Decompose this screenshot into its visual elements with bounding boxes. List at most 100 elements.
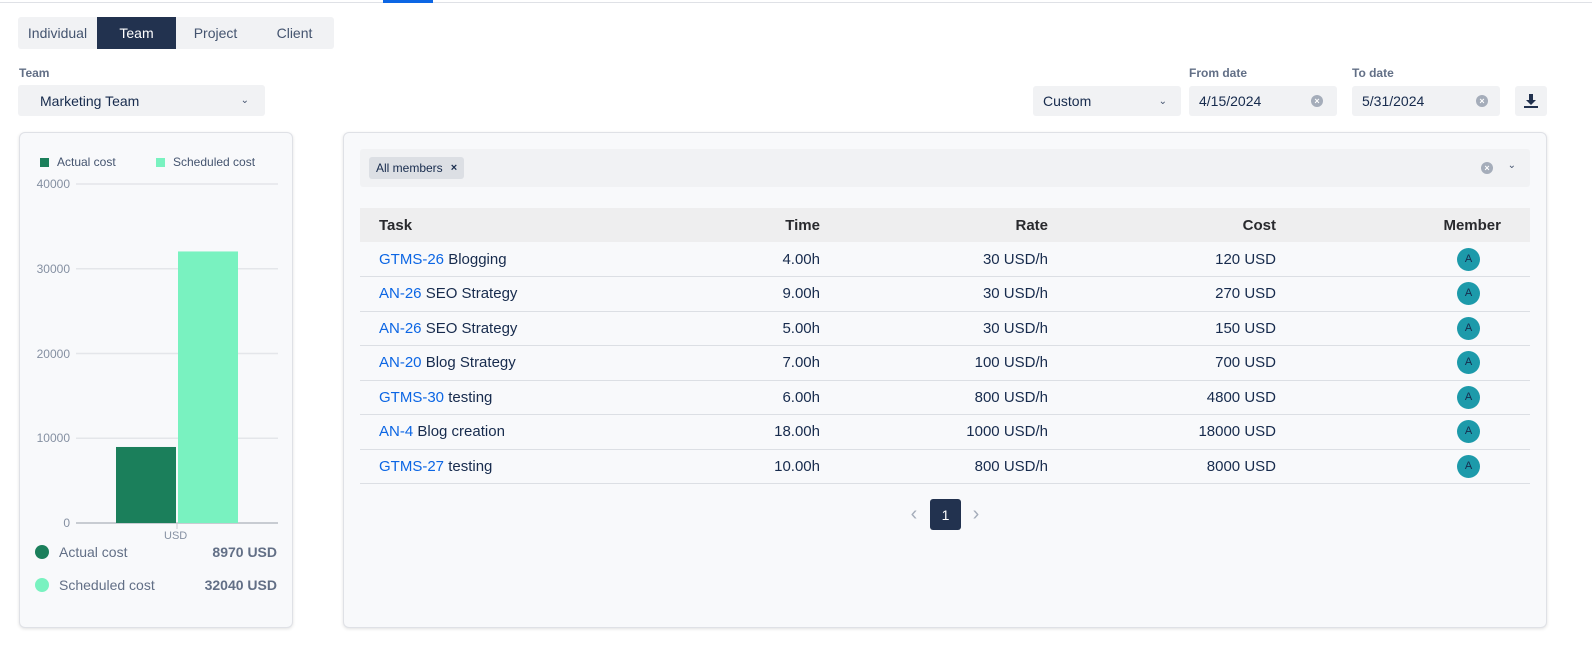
table-header: Task Time Rate Cost Member (360, 208, 1530, 242)
summary-value: 8970 USD (212, 544, 277, 560)
task-cell: GTMS-27 testing (360, 449, 620, 484)
task-name: Blog Strategy (425, 354, 516, 372)
from-date-input[interactable]: 4/15/2024 × (1189, 86, 1337, 116)
rate-cell: 800 USD/h (820, 449, 1048, 484)
member-cell: A (1276, 414, 1530, 450)
summary-actual: Actual cost 8970 USD (35, 544, 277, 560)
task-cell: AN-26 SEO Strategy (360, 311, 620, 346)
clear-icon[interactable]: × (1311, 95, 1323, 107)
from-date-label: From date (1189, 66, 1248, 80)
task-name: Blog creation (417, 423, 505, 441)
member-chip: All members × (369, 157, 465, 179)
from-date-value: 4/15/2024 (1199, 93, 1262, 109)
avatar[interactable]: A (1457, 385, 1480, 409)
task-cell: GTMS-30 testing (360, 380, 620, 415)
header-task[interactable]: Task (360, 208, 620, 242)
task-name: SEO Strategy (425, 285, 518, 303)
chip-label: All members (376, 161, 443, 175)
download-icon (1524, 94, 1538, 108)
time-cell: 10.00h (620, 449, 820, 484)
task-cell: GTMS-26 Blogging (360, 242, 620, 277)
page-1-button[interactable]: 1 (930, 499, 961, 530)
cost-cell: 4800 USD (1048, 380, 1276, 415)
task-cell: AN-20 Blog Strategy (360, 345, 620, 381)
task-key-link[interactable]: AN-4 (379, 423, 413, 440)
rate-cell: 1000 USD/h (820, 414, 1048, 450)
x-tick-label: USD (164, 530, 188, 542)
avatar[interactable]: A (1457, 282, 1480, 306)
download-button[interactable] (1515, 86, 1547, 116)
team-select[interactable]: Marketing Team ⌄ (18, 85, 265, 116)
cost-cell: 700 USD (1048, 345, 1276, 381)
next-page-button[interactable]: › (964, 499, 988, 530)
table-row: AN-26 SEO Strategy 9.00h 30 USD/h 270 US… (360, 276, 1530, 312)
time-cell: 4.00h (620, 242, 820, 277)
avatar[interactable]: A (1457, 247, 1480, 271)
cost-cell: 270 USD (1048, 276, 1276, 312)
time-cell: 9.00h (620, 276, 820, 312)
avatar[interactable]: A (1457, 454, 1480, 478)
time-cell: 18.00h (620, 414, 820, 450)
bar-actual[interactable] (116, 446, 176, 523)
rate-cell: 800 USD/h (820, 380, 1048, 415)
tab-project[interactable]: Project (176, 17, 255, 49)
active-nav-indicator (383, 0, 433, 3)
header-rate[interactable]: Rate (820, 208, 1048, 242)
header-cost[interactable]: Cost (1048, 208, 1276, 242)
table-row: AN-26 SEO Strategy 5.00h 30 USD/h 150 US… (360, 311, 1530, 346)
member-cell: A (1276, 345, 1530, 381)
tab-individual[interactable]: Individual (18, 17, 97, 49)
header-member[interactable]: Member (1276, 208, 1530, 242)
cost-cell: 120 USD (1048, 242, 1276, 277)
top-divider (0, 2, 1592, 3)
tasks-table: Task Time Rate Cost Member GTMS-26 Blogg… (360, 208, 1530, 484)
date-range-value: Custom (1043, 93, 1092, 109)
rate-cell: 30 USD/h (820, 311, 1048, 346)
clear-icon[interactable]: × (1476, 95, 1488, 107)
task-name: testing (448, 388, 493, 406)
avatar[interactable]: A (1457, 351, 1480, 375)
task-key-link[interactable]: AN-26 (379, 320, 422, 337)
task-key-link[interactable]: GTMS-27 (379, 458, 444, 475)
member-filter[interactable]: All members × × ⌄ (360, 149, 1530, 187)
date-range-select[interactable]: Custom ⌄ (1033, 86, 1181, 116)
to-date-input[interactable]: 5/31/2024 × (1352, 86, 1500, 116)
clear-icon[interactable]: × (1481, 162, 1493, 174)
chevron-down-icon: ⌄ (240, 95, 249, 106)
actual-dot (35, 545, 49, 559)
chevron-down-icon: ⌄ (1158, 95, 1167, 107)
time-cell: 7.00h (620, 345, 820, 381)
avatar[interactable]: A (1457, 420, 1480, 444)
to-date-value: 5/31/2024 (1362, 93, 1425, 109)
cost-cell: 18000 USD (1048, 414, 1276, 450)
header-time[interactable]: Time (620, 208, 820, 242)
table-row: GTMS-27 testing 10.00h 800 USD/h 8000 US… (360, 449, 1530, 484)
cost-cell: 8000 USD (1048, 449, 1276, 484)
member-cell: A (1276, 311, 1530, 346)
member-cell: A (1276, 276, 1530, 312)
bar-chart (76, 183, 278, 529)
avatar[interactable]: A (1457, 316, 1480, 340)
table-row: GTMS-30 testing 6.00h 800 USD/h 4800 USD… (360, 380, 1530, 415)
member-cell: A (1276, 380, 1530, 415)
remove-chip-icon[interactable]: × (451, 162, 457, 174)
task-cell: AN-26 SEO Strategy (360, 276, 620, 312)
chevron-down-icon[interactable]: ⌄ (1508, 160, 1516, 171)
cost-cell: 150 USD (1048, 311, 1276, 346)
task-key-link[interactable]: AN-20 (379, 354, 422, 371)
summary-label: Scheduled cost (59, 577, 155, 593)
task-name: SEO Strategy (425, 319, 518, 337)
tab-client[interactable]: Client (255, 17, 334, 49)
rate-cell: 30 USD/h (820, 276, 1048, 312)
tab-team[interactable]: Team (97, 17, 176, 49)
prev-page-button[interactable]: ‹ (902, 499, 926, 530)
task-name: testing (448, 457, 493, 475)
task-key-link[interactable]: AN-26 (379, 285, 422, 302)
bar-scheduled[interactable] (178, 251, 238, 523)
rate-cell: 100 USD/h (820, 345, 1048, 381)
task-key-link[interactable]: GTMS-30 (379, 389, 444, 406)
member-cell: A (1276, 449, 1530, 484)
table-row: AN-4 Blog creation 18.00h 1000 USD/h 180… (360, 414, 1530, 450)
rate-cell: 30 USD/h (820, 242, 1048, 277)
task-key-link[interactable]: GTMS-26 (379, 251, 444, 268)
